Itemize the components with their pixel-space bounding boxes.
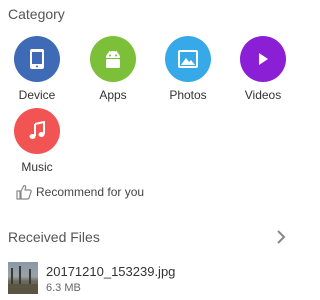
received-files-title: Received Files [8,229,100,245]
apps-circle [90,36,136,82]
category-label-videos: Videos [244,88,282,102]
photos-circle [165,36,211,82]
device-circle [14,36,60,82]
category-label-apps: Apps [99,88,127,102]
recommend-label: Recommend for you [36,185,145,199]
category-apps[interactable]: Apps [85,36,141,102]
recommend-link[interactable]: Recommend for you [16,184,144,200]
file-list-item[interactable]: 20171210_153239.jpg 6.3 MB [0,258,300,300]
music-note-icon [29,121,45,139]
category-device[interactable]: Device [9,36,65,102]
category-title: Category [8,6,65,22]
category-music[interactable]: Music [9,108,65,174]
file-size: 6.3 MB [46,282,81,294]
image-icon [178,50,198,68]
file-name: 20171210_153239.jpg [46,264,176,279]
category-label-photos: Photos [169,88,207,102]
category-videos[interactable]: Videos [235,36,291,102]
category-label-music: Music [21,160,53,174]
android-icon [106,50,120,68]
music-circle [14,108,60,154]
chevron-right-icon[interactable] [274,229,288,245]
category-label-device: Device [18,88,56,102]
thumbs-up-icon [16,184,32,200]
play-icon [259,53,268,65]
file-thumbnail-image [8,262,38,294]
videos-circle [240,36,286,82]
phone-icon [30,49,44,69]
category-photos[interactable]: Photos [160,36,216,102]
